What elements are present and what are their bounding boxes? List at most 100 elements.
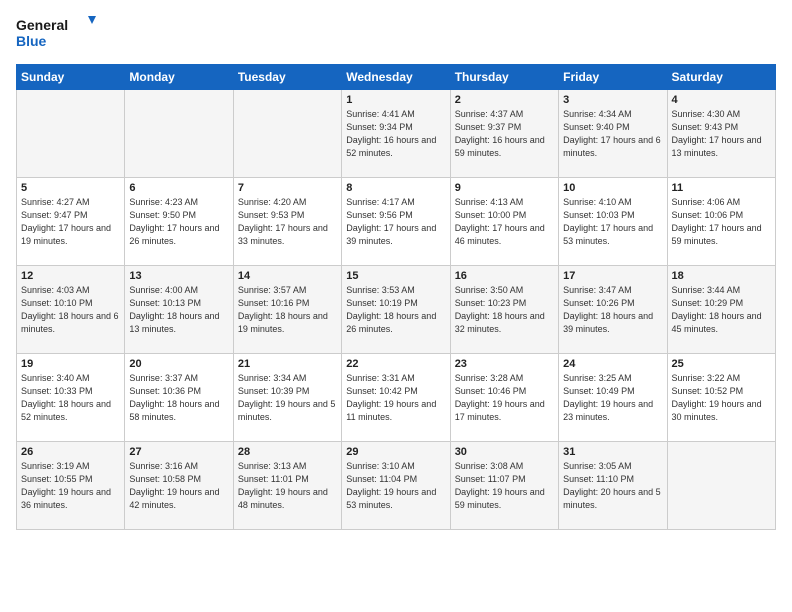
day-number: 31: [563, 446, 662, 458]
day-number: 10: [563, 182, 662, 194]
calendar-cell: 8Sunrise: 4:17 AM Sunset: 9:56 PM Daylig…: [342, 178, 450, 266]
calendar-cell: 28 Sunrise: 3:13 AM Sunset: 11:01 PM Dayl…: [233, 442, 341, 530]
calendar-cell: 2 Sunrise: 4:37 AM Sunset: 9:37 PM Daylig…: [450, 90, 558, 178]
day-info: Sunrise: 4:13 AM Sunset: 10:00 PM Daylig…: [455, 196, 554, 248]
calendar-week-row: 5 Sunrise: 4:27 AM Sunset: 9:47 PM Daylig…: [17, 178, 776, 266]
day-number: 30: [455, 446, 554, 458]
calendar-cell: 23Sunrise: 3:28 AM Sunset: 10:46 PM Dayl…: [450, 354, 558, 442]
calendar-cell: [125, 90, 233, 178]
day-number: 3: [563, 94, 662, 106]
day-number: 26: [21, 446, 120, 458]
day-info: Sunrise: 3:47 AM Sunset: 10:26 PM Daylig…: [563, 284, 662, 336]
calendar-cell: 13Sunrise: 4:00 AM Sunset: 10:13 PM Dayl…: [125, 266, 233, 354]
logo-icon: General Blue: [16, 12, 96, 54]
day-header-tuesday: Tuesday: [233, 65, 341, 90]
calendar-cell: 5 Sunrise: 4:27 AM Sunset: 9:47 PM Daylig…: [17, 178, 125, 266]
day-number: 23: [455, 358, 554, 370]
calendar-cell: [667, 442, 775, 530]
day-number: 2: [455, 94, 554, 106]
day-number: 12: [21, 270, 120, 282]
day-number: 11: [672, 182, 771, 194]
day-info: Sunrise: 4:23 AM Sunset: 9:50 PM Dayligh…: [129, 196, 228, 248]
day-number: 24: [563, 358, 662, 370]
day-number: 6: [129, 182, 228, 194]
calendar-cell: 27 Sunrise: 3:16 AM Sunset: 10:58 PM Dayl…: [125, 442, 233, 530]
day-header-wednesday: Wednesday: [342, 65, 450, 90]
day-number: 17: [563, 270, 662, 282]
day-info: Sunrise: 3:16 AM Sunset: 10:58 PM Daylig…: [129, 460, 228, 512]
day-info: Sunrise: 3:25 AM Sunset: 10:49 PM Daylig…: [563, 372, 662, 424]
day-info: Sunrise: 3:37 AM Sunset: 10:36 PM Daylig…: [129, 372, 228, 424]
day-info: Sunrise: 3:57 AM Sunset: 10:16 PM Daylig…: [238, 284, 337, 336]
calendar-cell: 15Sunrise: 3:53 AM Sunset: 10:19 PM Dayl…: [342, 266, 450, 354]
day-number: 20: [129, 358, 228, 370]
calendar-cell: 11 Sunrise: 4:06 AM Sunset: 10:06 PM Dayl…: [667, 178, 775, 266]
day-header-friday: Friday: [559, 65, 667, 90]
calendar-cell: 1 Sunrise: 4:41 AM Sunset: 9:34 PM Daylig…: [342, 90, 450, 178]
calendar-cell: 14 Sunrise: 3:57 AM Sunset: 10:16 PM Dayl…: [233, 266, 341, 354]
calendar-cell: 29Sunrise: 3:10 AM Sunset: 11:04 PM Dayl…: [342, 442, 450, 530]
day-info: Sunrise: 3:50 AM Sunset: 10:23 PM Daylig…: [455, 284, 554, 336]
day-number: 14: [238, 270, 337, 282]
logo: General Blue: [16, 12, 96, 54]
calendar-cell: 31 Sunrise: 3:05 AM Sunset: 11:10 PM Dayl…: [559, 442, 667, 530]
day-info: Sunrise: 4:30 AM Sunset: 9:43 PM Dayligh…: [672, 108, 771, 160]
day-number: 5: [21, 182, 120, 194]
day-number: 7: [238, 182, 337, 194]
calendar-cell: 6 Sunrise: 4:23 AM Sunset: 9:50 PM Daylig…: [125, 178, 233, 266]
day-info: Sunrise: 3:08 AM Sunset: 11:07 PM Daylig…: [455, 460, 554, 512]
day-header-saturday: Saturday: [667, 65, 775, 90]
day-info: Sunrise: 3:44 AM Sunset: 10:29 PM Daylig…: [672, 284, 771, 336]
day-number: 25: [672, 358, 771, 370]
day-info: Sunrise: 3:05 AM Sunset: 11:10 PM Daylig…: [563, 460, 662, 512]
calendar-cell: 10 Sunrise: 4:10 AM Sunset: 10:03 PM Dayl…: [559, 178, 667, 266]
calendar-cell: 4Sunrise: 4:30 AM Sunset: 9:43 PM Daylig…: [667, 90, 775, 178]
svg-text:Blue: Blue: [16, 33, 47, 49]
day-info: Sunrise: 3:34 AM Sunset: 10:39 PM Daylig…: [238, 372, 337, 424]
calendar-week-row: 1 Sunrise: 4:41 AM Sunset: 9:34 PM Daylig…: [17, 90, 776, 178]
day-info: Sunrise: 4:10 AM Sunset: 10:03 PM Daylig…: [563, 196, 662, 248]
day-info: Sunrise: 3:22 AM Sunset: 10:52 PM Daylig…: [672, 372, 771, 424]
day-number: 1: [346, 94, 445, 106]
day-number: 13: [129, 270, 228, 282]
calendar-table: SundayMondayTuesdayWednesdayThursdayFrid…: [16, 64, 776, 530]
day-info: Sunrise: 3:19 AM Sunset: 10:55 PM Daylig…: [21, 460, 120, 512]
day-info: Sunrise: 4:06 AM Sunset: 10:06 PM Daylig…: [672, 196, 771, 248]
day-number: 19: [21, 358, 120, 370]
day-number: 16: [455, 270, 554, 282]
calendar-cell: [233, 90, 341, 178]
calendar-cell: 30 Sunrise: 3:08 AM Sunset: 11:07 PM Dayl…: [450, 442, 558, 530]
calendar-cell: 7 Sunrise: 4:20 AM Sunset: 9:53 PM Daylig…: [233, 178, 341, 266]
calendar-header-row: SundayMondayTuesdayWednesdayThursdayFrid…: [17, 65, 776, 90]
calendar-cell: 24 Sunrise: 3:25 AM Sunset: 10:49 PM Dayl…: [559, 354, 667, 442]
calendar-week-row: 19 Sunrise: 3:40 AM Sunset: 10:33 PM Dayl…: [17, 354, 776, 442]
day-info: Sunrise: 4:03 AM Sunset: 10:10 PM Daylig…: [21, 284, 120, 336]
day-info: Sunrise: 4:27 AM Sunset: 9:47 PM Dayligh…: [21, 196, 120, 248]
day-info: Sunrise: 3:40 AM Sunset: 10:33 PM Daylig…: [21, 372, 120, 424]
page-header: General Blue: [16, 12, 776, 54]
day-number: 8: [346, 182, 445, 194]
calendar-week-row: 26 Sunrise: 3:19 AM Sunset: 10:55 PM Dayl…: [17, 442, 776, 530]
calendar-cell: 17 Sunrise: 3:47 AM Sunset: 10:26 PM Dayl…: [559, 266, 667, 354]
day-number: 29: [346, 446, 445, 458]
day-info: Sunrise: 3:13 AM Sunset: 11:01 PM Daylig…: [238, 460, 337, 512]
day-info: Sunrise: 4:37 AM Sunset: 9:37 PM Dayligh…: [455, 108, 554, 160]
day-number: 21: [238, 358, 337, 370]
calendar-cell: 16 Sunrise: 3:50 AM Sunset: 10:23 PM Dayl…: [450, 266, 558, 354]
day-number: 28: [238, 446, 337, 458]
day-info: Sunrise: 3:31 AM Sunset: 10:42 PM Daylig…: [346, 372, 445, 424]
calendar-cell: 26 Sunrise: 3:19 AM Sunset: 10:55 PM Dayl…: [17, 442, 125, 530]
calendar-cell: 12 Sunrise: 4:03 AM Sunset: 10:10 PM Dayl…: [17, 266, 125, 354]
calendar-cell: 3Sunrise: 4:34 AM Sunset: 9:40 PM Daylig…: [559, 90, 667, 178]
calendar-cell: 22Sunrise: 3:31 AM Sunset: 10:42 PM Dayl…: [342, 354, 450, 442]
day-info: Sunrise: 4:20 AM Sunset: 9:53 PM Dayligh…: [238, 196, 337, 248]
calendar-cell: 18Sunrise: 3:44 AM Sunset: 10:29 PM Dayl…: [667, 266, 775, 354]
calendar-cell: 25 Sunrise: 3:22 AM Sunset: 10:52 PM Dayl…: [667, 354, 775, 442]
day-number: 15: [346, 270, 445, 282]
svg-text:General: General: [16, 17, 68, 33]
day-number: 27: [129, 446, 228, 458]
day-header-thursday: Thursday: [450, 65, 558, 90]
day-number: 9: [455, 182, 554, 194]
day-info: Sunrise: 4:41 AM Sunset: 9:34 PM Dayligh…: [346, 108, 445, 160]
calendar-cell: [17, 90, 125, 178]
